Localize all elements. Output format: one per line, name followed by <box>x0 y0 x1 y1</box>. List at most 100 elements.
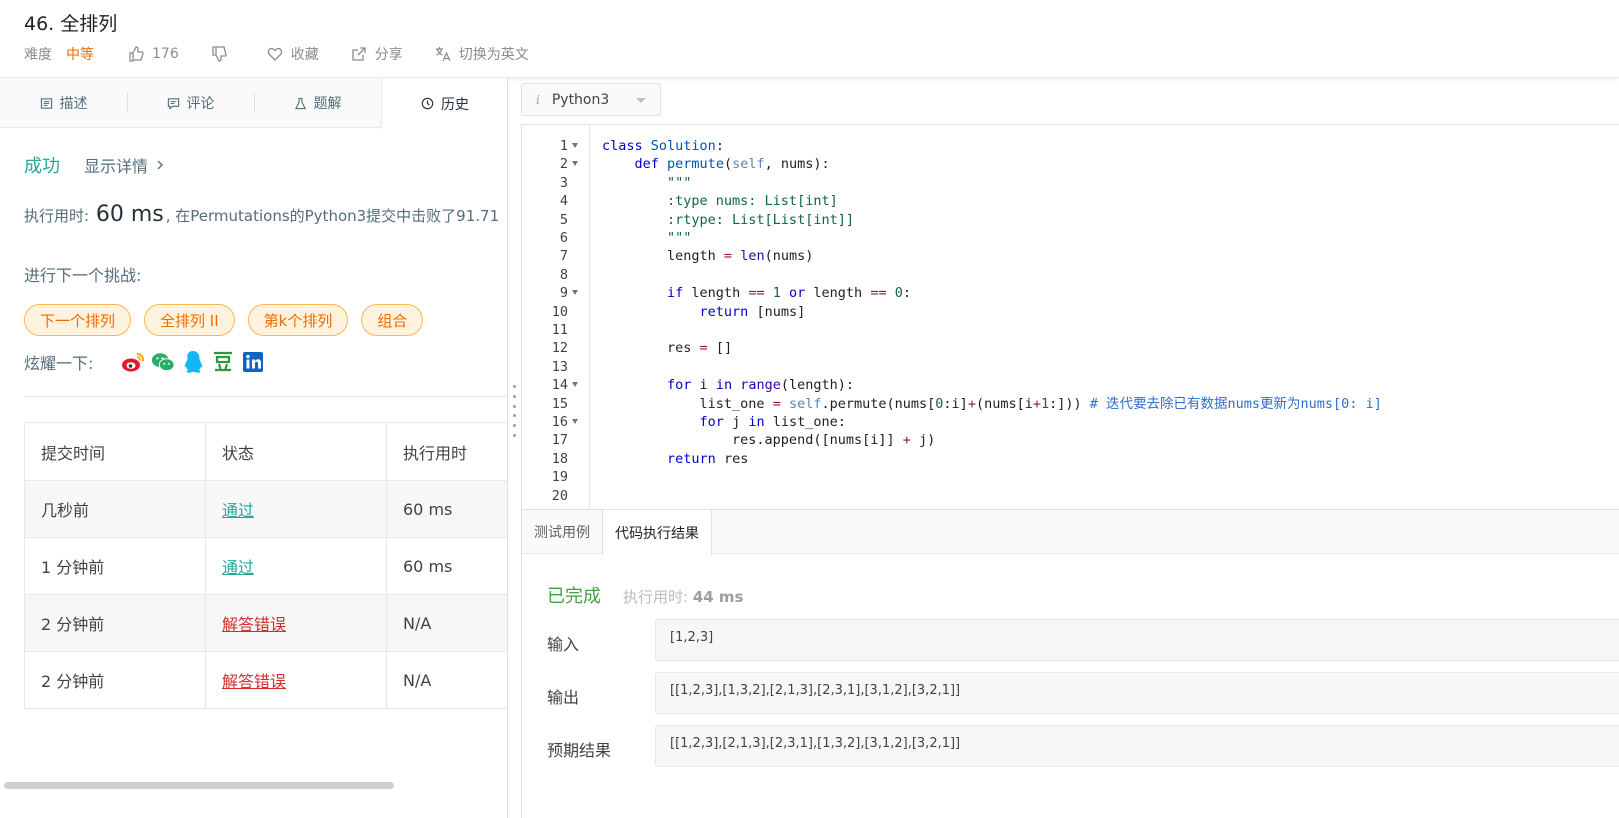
linkedin-icon[interactable] <box>241 350 265 374</box>
fold-arrow-icon[interactable] <box>572 290 578 296</box>
document-icon <box>40 97 52 109</box>
line-number: 7 <box>559 248 568 265</box>
column-header: 状态 <box>205 422 387 481</box>
favorite-label: 收藏 <box>290 47 319 63</box>
status-link[interactable]: 解答错误 <box>222 672 286 691</box>
code-line-active: 20 <box>522 487 1619 505</box>
like-button[interactable]: 176 <box>128 46 179 62</box>
show-details-label: 显示详情 <box>84 157 149 176</box>
line-number: 6 <box>559 230 568 246</box>
column-header: 提交时间 <box>24 422 206 481</box>
status-link[interactable]: 通过 <box>222 558 254 577</box>
line-number: 2 <box>559 156 568 173</box>
switch-language-label: 切换为英文 <box>458 47 529 63</box>
left-pane: 描述 评论 题解 历史 成功 显示详情 执行用时: 60 ms, 在Permut… <box>0 78 508 818</box>
horizontal-scrollbar[interactable] <box>4 782 394 789</box>
douban-icon[interactable] <box>211 350 235 374</box>
status-cell: 通过 <box>205 480 387 538</box>
left-tabs: 描述 评论 题解 历史 <box>0 78 507 129</box>
line-number: 1 <box>559 138 568 154</box>
challenge-permutations-ii[interactable]: 全排列 II <box>144 304 235 336</box>
input-label: 输入 <box>547 635 580 654</box>
code-line: 10 return [nums] <box>522 303 1619 321</box>
problem-header: 46. 全排列 难度 中等 176 收藏 分享 切换为英文 <box>0 0 1619 78</box>
clock-icon <box>421 97 434 110</box>
wechat-icon[interactable] <box>151 350 175 374</box>
tab-description[interactable]: 描述 <box>0 78 127 128</box>
switch-language-button[interactable]: 切换为英文 <box>435 44 529 64</box>
submission-history-table: 提交时间 状态 执行用时 几秒前 通过 60 ms 1 分钟前 通过 60 ms… <box>24 422 507 709</box>
share-icon <box>352 47 366 61</box>
line-number: 8 <box>559 266 568 283</box>
challenge-kth-permutation[interactable]: 第k个排列 <box>247 304 349 336</box>
dislike-button[interactable] <box>211 46 235 62</box>
line-number: 15 <box>551 395 568 412</box>
language-select[interactable]: i Python3 <box>521 83 661 116</box>
info-icon: i <box>536 92 540 107</box>
tab-run-result[interactable]: 代码执行结果 <box>602 510 712 555</box>
status-link[interactable]: 解答错误 <box>222 615 286 634</box>
share-row-label: 炫耀一下: <box>24 354 94 373</box>
code-line: 11 <box>522 321 1619 339</box>
code-line: 8 <box>522 266 1619 284</box>
runtime-cell: 60 ms <box>386 537 507 595</box>
code-line: 17 res.append([nums[i]] + j) <box>522 431 1619 449</box>
table-row: 2 分钟前 解答错误 N/A <box>24 651 507 709</box>
runtime-value: 60 ms <box>95 202 164 227</box>
submit-time: 2 分钟前 <box>24 651 206 709</box>
challenge-next-permutation[interactable]: 下一个排列 <box>24 304 132 336</box>
favorite-button[interactable]: 收藏 <box>267 44 319 64</box>
line-number: 10 <box>551 303 568 320</box>
problem-title: 46. 全排列 <box>24 13 118 35</box>
tab-comments-label: 评论 <box>186 96 215 112</box>
status-link[interactable]: 通过 <box>222 501 254 520</box>
tab-history[interactable]: 历史 <box>381 78 507 129</box>
status-cell: 解答错误 <box>205 594 387 652</box>
expected-value: [[1,2,3],[2,1,3],[2,3,1],[1,3,2],[3,1,2]… <box>655 725 1619 767</box>
comment-icon <box>167 97 179 110</box>
submit-time: 2 分钟前 <box>24 594 206 652</box>
translate-icon <box>435 47 451 62</box>
challenge-combinations[interactable]: 组合 <box>361 304 424 336</box>
code-line: 7 length = len(nums) <box>522 247 1619 265</box>
line-number: 11 <box>551 322 568 338</box>
code-line: 1 class Solution: <box>522 137 1619 155</box>
fold-arrow-icon[interactable] <box>572 161 578 167</box>
share-label: 分享 <box>374 47 403 63</box>
fold-arrow-icon[interactable] <box>572 419 578 424</box>
code-line: 5 :rtype: List[List[int]] <box>522 211 1619 229</box>
run-status: 已完成 <box>547 586 601 607</box>
code-line: 15 list_one = self.permute(nums[0:i]+(nu… <box>522 395 1619 413</box>
code-line: 13 <box>522 358 1619 376</box>
fold-arrow-icon[interactable] <box>572 143 578 148</box>
table-row: 2 分钟前 解答错误 N/A <box>24 594 507 652</box>
code-line: 12 res = [] <box>522 339 1619 357</box>
line-number: 5 <box>559 211 568 228</box>
share-button[interactable]: 分享 <box>351 44 403 64</box>
code-line: 4 :type nums: List[int] <box>522 192 1619 210</box>
code-editor[interactable]: 1 class Solution: 2 def permute(self, num… <box>521 124 1619 510</box>
code-line: 2 def permute(self, nums): <box>522 155 1619 173</box>
qq-icon[interactable] <box>181 350 205 374</box>
run-runtime: 执行用时: 44 ms <box>623 586 743 607</box>
share-row: 炫耀一下: <box>24 350 271 374</box>
pane-resize-handle[interactable] <box>511 385 517 437</box>
line-number: 19 <box>551 469 568 486</box>
flask-icon <box>294 97 306 109</box>
run-result-panel: 已完成 执行用时: 44 ms 输入 [1,2,3] 输出 [[1,2,3],[… <box>521 554 1619 818</box>
fold-arrow-icon[interactable] <box>572 382 578 388</box>
tab-comments[interactable]: 评论 <box>127 78 254 128</box>
expected-label: 预期结果 <box>547 741 612 760</box>
table-row: 1 分钟前 通过 60 ms <box>24 537 507 595</box>
line-number: 20 <box>551 487 568 504</box>
tab-solutions[interactable]: 题解 <box>254 78 381 128</box>
tab-solutions-label: 题解 <box>313 96 342 112</box>
challenge-list: 下一个排列 全排列 II 第k个排列 组合 <box>24 304 436 336</box>
show-details-link[interactable]: 显示详情 <box>84 153 164 177</box>
tab-testcase[interactable]: 测试用例 <box>522 510 602 554</box>
line-number: 16 <box>551 414 568 430</box>
weibo-icon[interactable] <box>121 350 145 374</box>
runtime-cell: N/A <box>386 651 507 709</box>
table-header-row: 提交时间 状态 执行用时 <box>24 422 507 481</box>
submission-status: 成功 <box>24 156 60 177</box>
